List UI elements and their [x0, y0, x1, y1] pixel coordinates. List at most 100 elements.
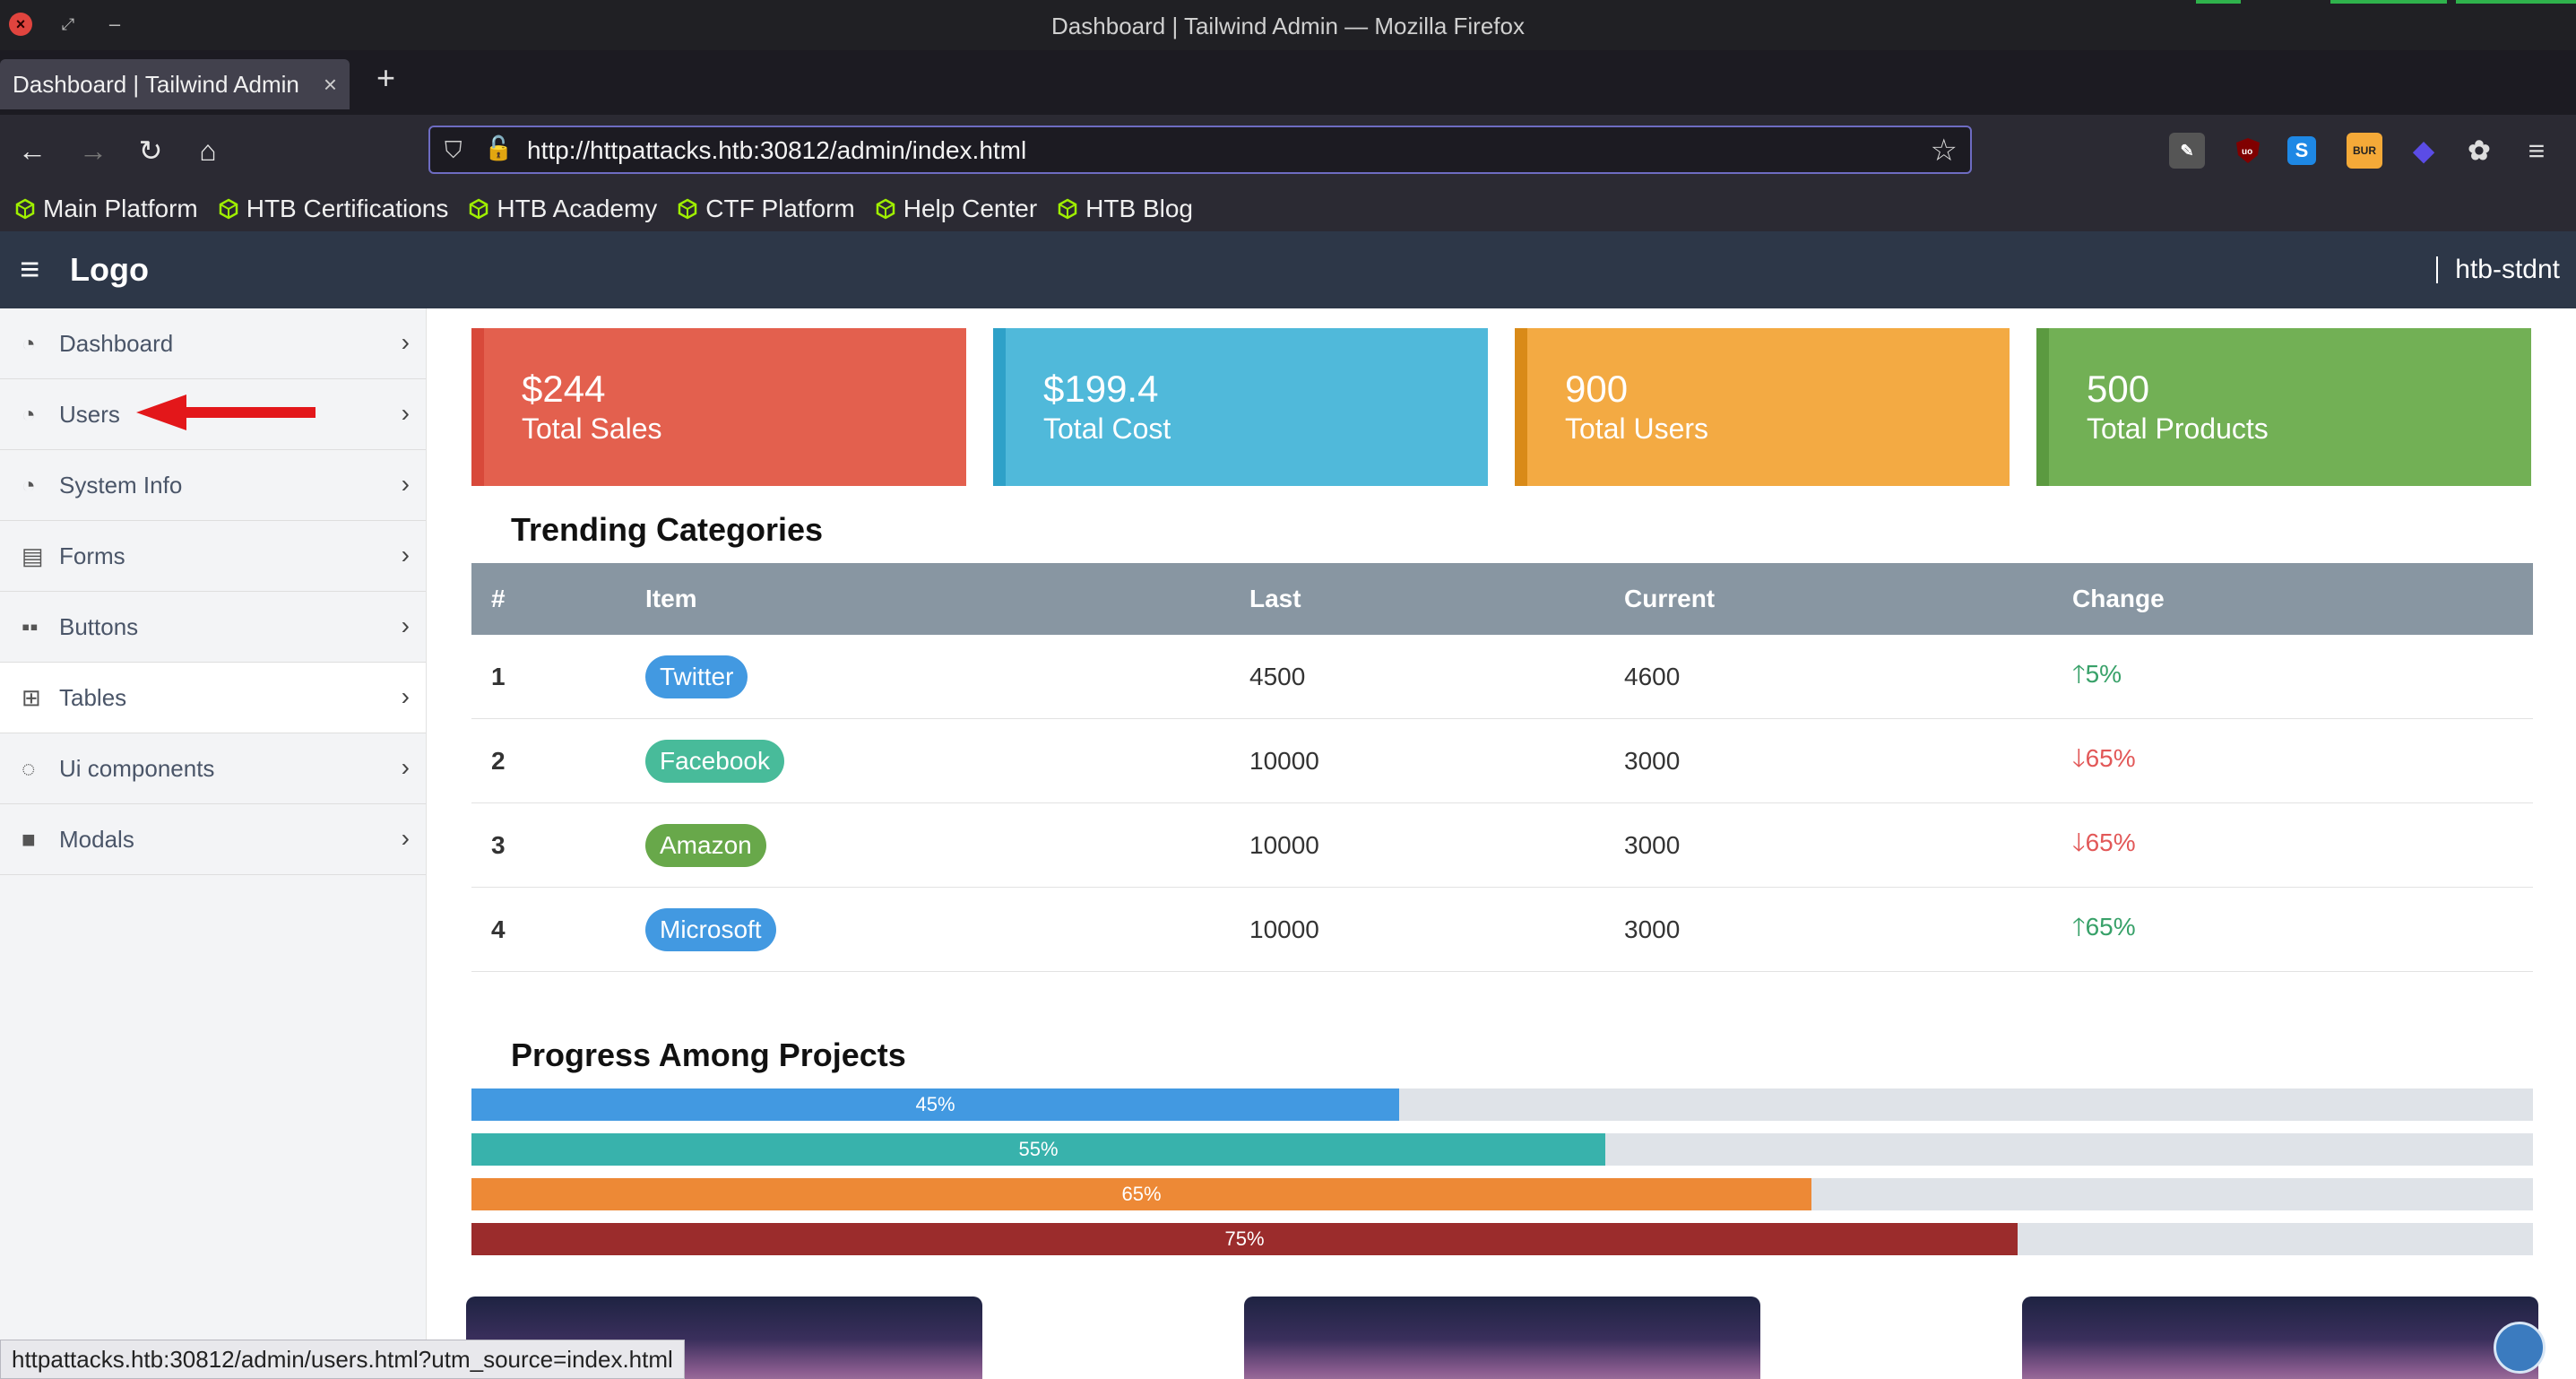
table-row: 2 Facebook 10000 3000 🡓65%	[471, 719, 2533, 803]
item-badge: Amazon	[645, 823, 766, 867]
row-number: 3	[491, 830, 506, 859]
image-card[interactable]	[1244, 1297, 1760, 1379]
sidebar-item-buttons[interactable]: ▪▪ Buttons ›	[0, 592, 426, 663]
bookmark-label: HTB Blog	[1085, 195, 1193, 222]
trending-title: Trending Categories	[511, 511, 824, 548]
sidebar: ◔ Dashboard › ◔ Users › ◔ System Info › …	[0, 308, 427, 1379]
nav-toolbar: ← → ↻ ⌂ ⛉ 🔓 http://httpattacks.htb:30812…	[0, 115, 2576, 186]
row-number: 4	[491, 915, 506, 943]
sidebar-item-tables[interactable]: ⊞ Tables ›	[0, 663, 426, 733]
htb-cube-icon	[876, 198, 895, 220]
insecure-lock-icon[interactable]: 🔓	[484, 134, 513, 161]
htb-cube-icon	[219, 198, 238, 220]
column-header: #	[491, 585, 506, 612]
progress-bar: 65%	[471, 1178, 2533, 1210]
chevron-right-icon: ›	[401, 824, 410, 852]
arrow-up-icon: 🡑	[2072, 659, 2086, 688]
table-header: # Item Last Current Change	[471, 563, 2533, 635]
browser-tab[interactable]: Dashboard | Tailwind Admin ×	[0, 59, 350, 109]
back-button[interactable]: ←	[13, 131, 52, 170]
progress-fill: 75%	[471, 1223, 2018, 1255]
titlebar-accent	[2456, 0, 2576, 4]
trending-table: # Item Last Current Change 1 Twitter 450…	[471, 563, 2533, 972]
stat-value: $244	[522, 368, 606, 410]
tracking-shield-icon[interactable]: ⛉	[445, 136, 471, 163]
gauge-icon: ◔	[22, 471, 36, 499]
bookmark-item[interactable]: HTB Academy	[468, 195, 657, 223]
htb-cube-icon	[15, 198, 35, 220]
table-icon: ⊞	[22, 683, 41, 711]
progress-fill: 65%	[471, 1178, 1811, 1210]
change-text: 65%	[2085, 743, 2136, 772]
bookmark-label: Main Platform	[43, 195, 198, 222]
new-tab-button[interactable]: +	[376, 59, 395, 97]
cookie-icon[interactable]: ✿	[2461, 133, 2497, 169]
bookmark-star-icon[interactable]: ☆	[1931, 133, 1958, 169]
app-menu-icon[interactable]: ≡	[2519, 133, 2554, 169]
extension-icon[interactable]: ✎	[2169, 133, 2205, 169]
item-badge: Facebook	[645, 739, 784, 783]
column-header: Item	[645, 585, 697, 612]
url-bar[interactable]: ⛉ 🔓 http://httpattacks.htb:30812/admin/i…	[428, 126, 1972, 174]
reload-button[interactable]: ↻	[131, 131, 170, 170]
titlebar-accent	[2330, 0, 2447, 4]
user-menu[interactable]: htb-stdnt	[2455, 255, 2560, 285]
stat-card-total-sales: $244 Total Sales	[471, 328, 966, 486]
ublock-icon[interactable]: uo	[2230, 133, 2266, 169]
htb-cube-icon	[1058, 198, 1077, 220]
bookmark-item[interactable]: Main Platform	[14, 195, 198, 223]
current-value: 4600	[1624, 662, 1681, 690]
column-header: Last	[1249, 585, 1301, 612]
progress-fill: 45%	[471, 1088, 1399, 1121]
sidebar-item-dashboard[interactable]: ◔ Dashboard ›	[0, 308, 426, 379]
bookmark-item[interactable]: HTB Blog	[1057, 195, 1193, 223]
htb-cube-icon	[679, 198, 697, 220]
hamburger-menu-icon[interactable]: ≡	[20, 251, 39, 290]
bookmark-label: CTF Platform	[705, 195, 855, 222]
chevron-right-icon: ›	[401, 328, 410, 356]
bookmark-label: HTB Academy	[497, 195, 658, 222]
chevron-right-icon: ›	[401, 682, 410, 710]
sidebar-item-modals[interactable]: ■ Modals ›	[0, 804, 426, 875]
diamond-extension-icon[interactable]: ◆	[2406, 133, 2442, 169]
bookmark-item[interactable]: Help Center	[875, 195, 1037, 223]
app-logo[interactable]: Logo	[70, 251, 149, 289]
chevron-right-icon: ›	[401, 470, 410, 498]
change-value: 🡑65%	[2072, 908, 2533, 951]
grid-icon: ▪▪	[22, 612, 39, 640]
square-icon: ■	[22, 825, 36, 853]
burp-extension-icon[interactable]: BUR	[2347, 133, 2382, 169]
bookmarks-bar: Main Platform HTB Certifications HTB Aca…	[0, 186, 2576, 231]
bookmark-item[interactable]: CTF Platform	[677, 195, 855, 223]
forward-button[interactable]: →	[73, 131, 113, 170]
avatar[interactable]	[2436, 256, 2442, 283]
current-value: 3000	[1624, 830, 1681, 859]
htb-cube-icon	[470, 198, 488, 220]
arrow-down-icon: 🡓	[2072, 743, 2086, 772]
current-value: 3000	[1624, 746, 1681, 775]
gauge-icon: ◔	[22, 400, 36, 428]
sidebar-item-label: Tables	[59, 683, 127, 711]
form-icon: ▤	[22, 542, 44, 569]
sidebar-item-label: Modals	[59, 825, 134, 853]
home-button[interactable]: ⌂	[188, 131, 228, 170]
image-card[interactable]	[2022, 1297, 2538, 1379]
chevron-right-icon: ›	[401, 611, 410, 639]
stat-value: 900	[1565, 368, 1629, 410]
stat-label: Total Products	[2087, 412, 2269, 445]
chevron-right-icon: ›	[401, 399, 410, 427]
sidebar-item-ui-components[interactable]: ◌ Ui components ›	[0, 733, 426, 804]
link-status-bar: httpattacks.htb:30812/admin/users.html?u…	[0, 1340, 685, 1379]
stat-label: Total Cost	[1043, 412, 1171, 445]
clipboard-icon[interactable]	[2494, 1322, 2546, 1374]
bookmark-item[interactable]: HTB Certifications	[218, 195, 448, 223]
tab-close-icon[interactable]: ×	[324, 59, 337, 109]
item-badge: Microsoft	[645, 907, 776, 951]
last-value: 10000	[1249, 830, 1319, 859]
sidebar-item-forms[interactable]: ▤ Forms ›	[0, 521, 426, 592]
url-text[interactable]: http://httpattacks.htb:30812/admin/index…	[527, 136, 1026, 165]
sidebar-item-system-info[interactable]: ◔ System Info ›	[0, 450, 426, 521]
table-row: 3 Amazon 10000 3000 🡓65%	[471, 803, 2533, 888]
s-extension-icon[interactable]: S	[2287, 136, 2316, 165]
chevron-right-icon: ›	[401, 753, 410, 781]
